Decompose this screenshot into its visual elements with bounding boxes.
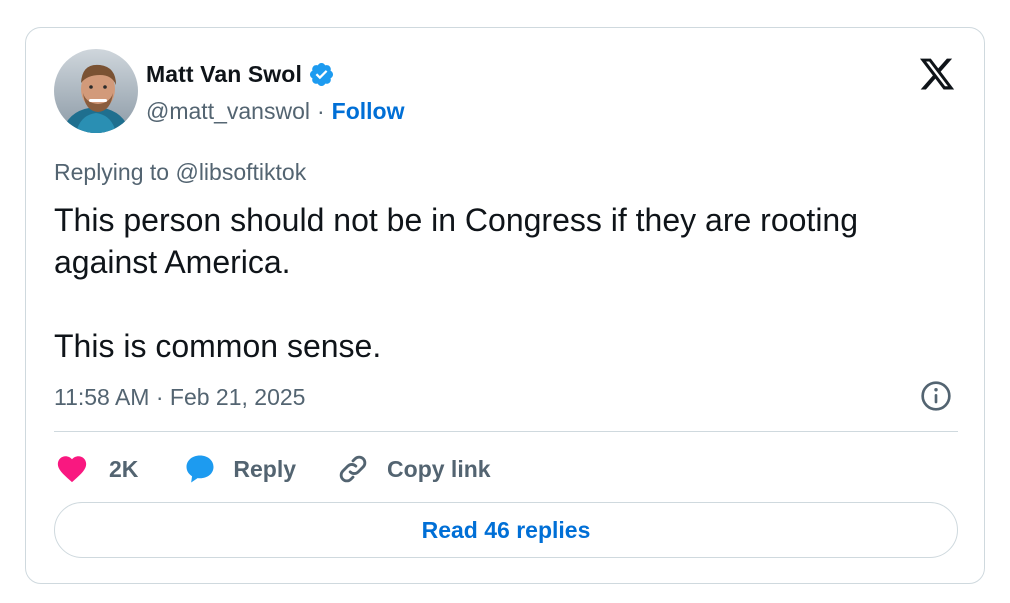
tweet-timestamp[interactable]: 11:58 AM · Feb 21, 2025	[54, 384, 305, 411]
tweet-paragraph: This is common sense.	[54, 328, 382, 364]
read-replies-button[interactable]: Read 46 replies	[54, 502, 958, 558]
tweet-card: Matt Van Swol @matt_vanswol · Follow Rep…	[25, 27, 985, 584]
action-bar: 2K Reply Copy link	[54, 449, 491, 489]
x-logo-icon[interactable]	[917, 55, 957, 93]
separator-dot: ·	[316, 98, 325, 124]
follow-button[interactable]: Follow	[332, 98, 405, 125]
copy-link-label: Copy link	[387, 455, 491, 482]
avatar-image	[54, 49, 138, 133]
author-handle-row: @matt_vanswol · Follow	[146, 98, 404, 125]
copy-link-button[interactable]: Copy link	[336, 452, 491, 486]
reply-button[interactable]: Reply	[181, 451, 296, 487]
reply-label: Reply	[233, 455, 297, 482]
verified-badge-icon	[309, 62, 333, 86]
read-replies-label: Read 46 replies	[421, 516, 591, 543]
author-name[interactable]: Matt Van Swol	[146, 61, 302, 88]
info-icon[interactable]	[920, 380, 952, 412]
tweet-text: This person should not be in Congress if…	[54, 199, 954, 367]
tweet-paragraph: This person should not be in Congress if…	[54, 202, 859, 280]
replying-to: Replying to @libsoftiktok	[54, 159, 306, 186]
avatar[interactable]	[54, 49, 138, 133]
replying-to-mention[interactable]: @libsoftiktok	[175, 159, 306, 185]
link-icon	[339, 455, 367, 483]
replying-prefix: Replying to	[54, 159, 176, 185]
likes-count: 2K	[109, 455, 139, 482]
heart-icon	[57, 456, 87, 483]
speech-bubble-icon	[186, 455, 214, 483]
author-name-row: Matt Van Swol	[146, 58, 335, 90]
author-handle[interactable]: @matt_vanswol	[146, 98, 310, 125]
divider	[54, 431, 958, 432]
like-button[interactable]: 2K	[54, 452, 138, 486]
